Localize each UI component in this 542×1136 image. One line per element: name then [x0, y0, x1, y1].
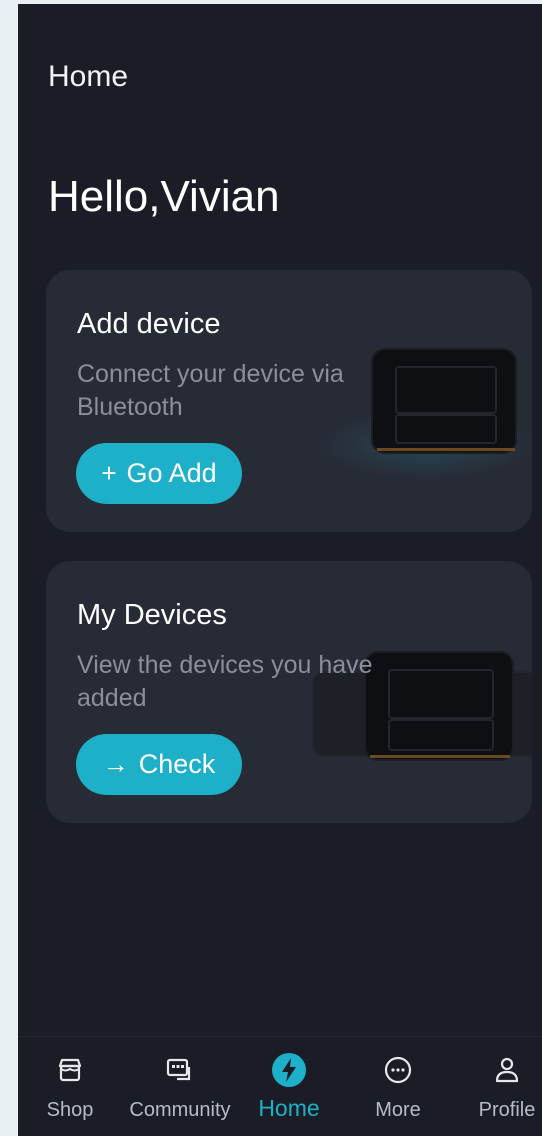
bottom-navigation: Shop Community Home More Profile [18, 1036, 542, 1136]
arrow-right-icon: → [102, 749, 129, 779]
nav-label-home: Home [258, 1095, 320, 1121]
app-screen: Home Hello,Vivian Add device Connect you… [18, 4, 542, 1136]
profile-icon [493, 1047, 521, 1093]
add-device-description: Connect your device via Bluetooth [77, 360, 344, 421]
nav-item-more[interactable]: More [343, 1047, 453, 1122]
check-label: Check [138, 749, 216, 779]
add-device-title: Add device [77, 308, 221, 340]
my-devices-card[interactable]: My Devices View the devices you have add… [46, 561, 532, 823]
lightning-bolt-icon [271, 1047, 307, 1093]
check-button[interactable]: → Check [76, 734, 242, 795]
nav-item-shop[interactable]: Shop [18, 1047, 125, 1122]
go-add-label: Go Add [126, 458, 217, 488]
plus-icon: + [101, 458, 117, 488]
nav-label-profile: Profile [478, 1099, 536, 1121]
my-devices-title: My Devices [77, 599, 227, 631]
nav-item-profile[interactable]: Profile [452, 1047, 542, 1122]
nav-item-home[interactable]: Home [234, 1047, 344, 1122]
nav-label-shop: Shop [46, 1099, 94, 1121]
nav-label-community: Community [129, 1099, 231, 1121]
go-add-button[interactable]: + Go Add [76, 443, 242, 504]
nav-item-community[interactable]: Community [125, 1047, 235, 1122]
power-station-image [364, 651, 516, 767]
nav-label-more: More [375, 1099, 421, 1121]
more-dots-icon [383, 1047, 413, 1093]
add-device-card[interactable]: Add device Connect your device via Bluet… [46, 270, 532, 532]
shop-icon [57, 1047, 83, 1093]
my-devices-description: View the devices you have added [77, 651, 373, 712]
greeting-text: Hello,Vivian [48, 172, 280, 221]
community-chat-icon [165, 1047, 195, 1093]
page-title: Home [48, 60, 129, 93]
power-station-image [371, 348, 521, 460]
